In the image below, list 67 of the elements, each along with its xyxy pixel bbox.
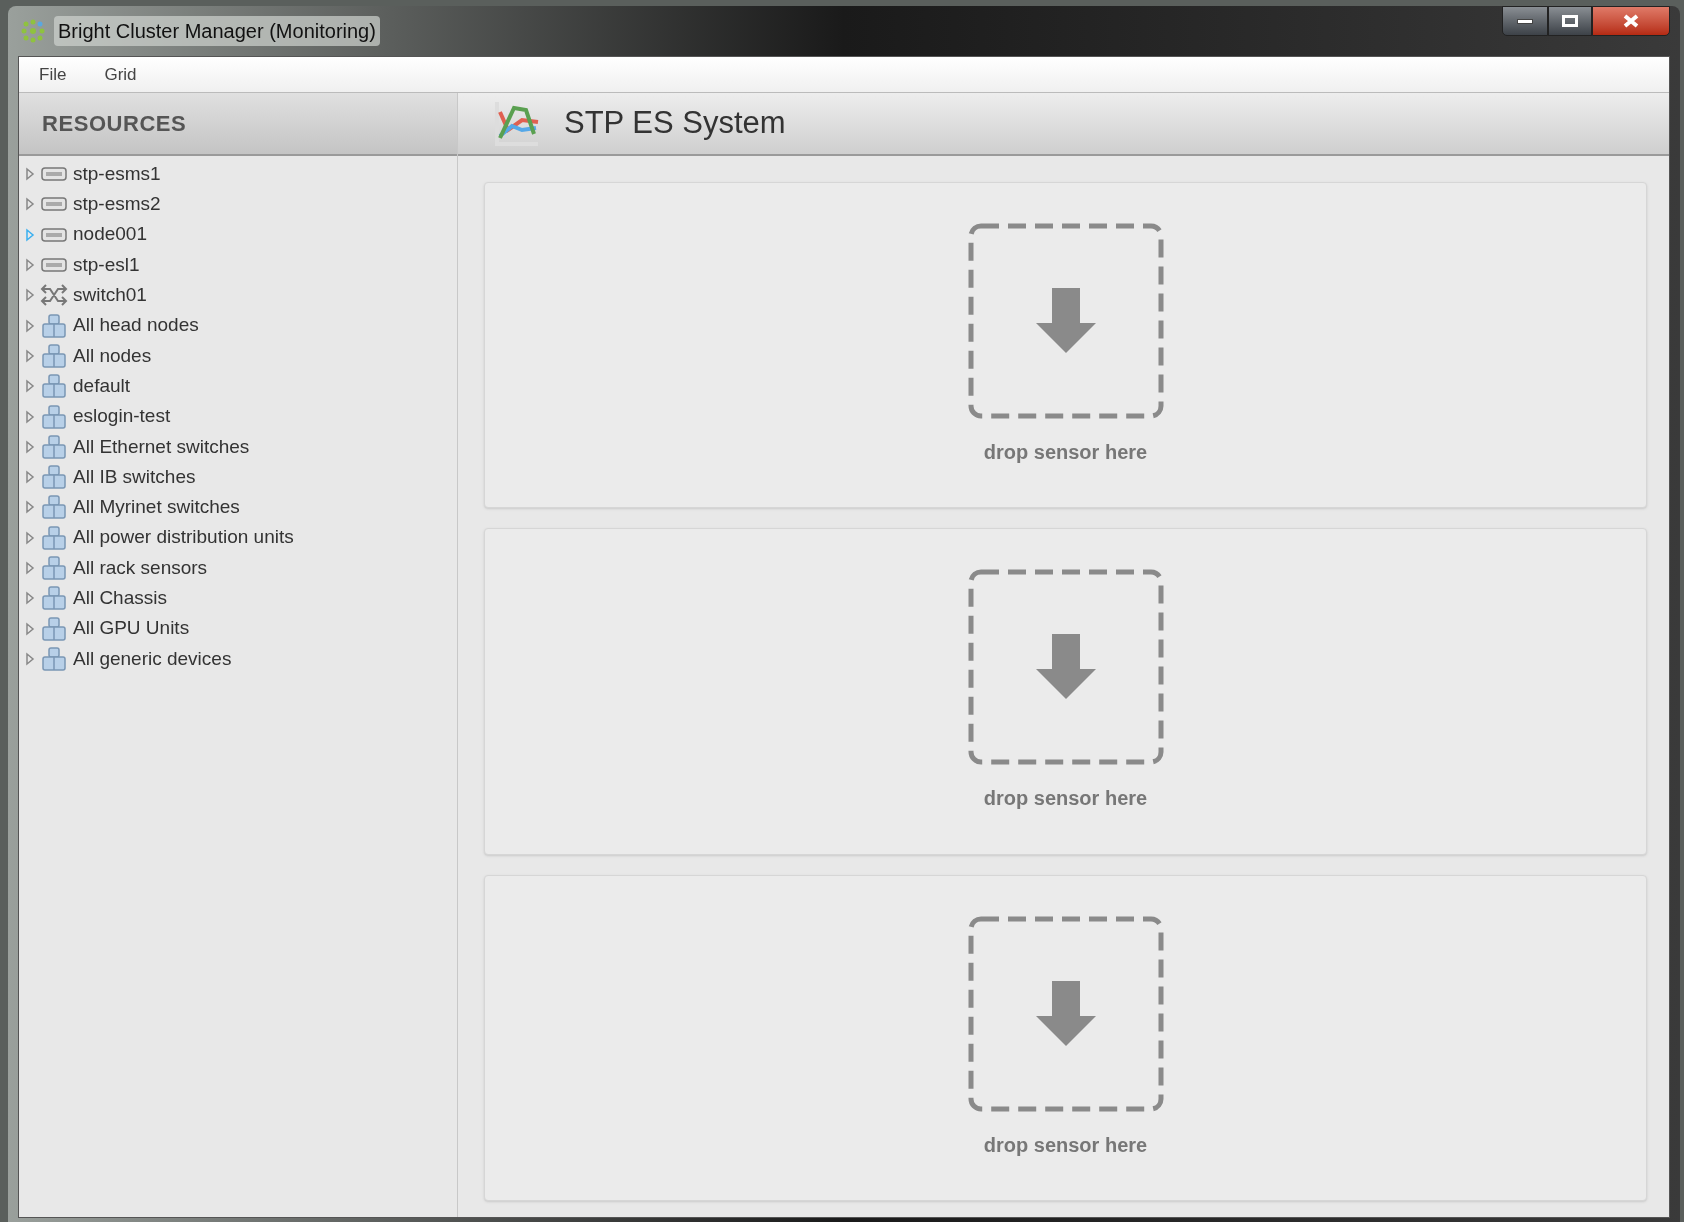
server-icon (41, 226, 67, 243)
app-logo-icon (20, 18, 46, 44)
group-icon (41, 645, 67, 672)
minimize-button[interactable] (1502, 6, 1548, 36)
tree-item[interactable]: node001 (73, 220, 147, 249)
expand-arrow-icon[interactable] (25, 621, 35, 636)
group-icon (41, 433, 67, 460)
tree-item[interactable]: stp-esms2 (73, 190, 161, 219)
group-icon (41, 464, 67, 491)
tree-item[interactable]: stp-esl1 (73, 250, 140, 280)
expand-arrow-icon[interactable] (25, 470, 35, 485)
group-icon (41, 615, 67, 642)
expand-arrow-icon[interactable] (25, 409, 35, 424)
expand-arrow-icon[interactable] (25, 288, 35, 303)
group-icon (41, 585, 67, 612)
expand-arrow-icon[interactable] (25, 561, 35, 575)
expand-arrow-icon[interactable] (25, 348, 35, 363)
expand-arrow-icon[interactable] (25, 651, 35, 666)
group-icon (41, 342, 67, 369)
expand-arrow-icon[interactable] (25, 439, 35, 454)
expand-arrow-icon[interactable] (25, 197, 35, 212)
close-icon (1622, 14, 1640, 28)
tree-item[interactable]: All Chassis (73, 584, 167, 613)
menu-item[interactable]: Grid (104, 61, 137, 88)
tree-item[interactable]: All generic devices (73, 644, 232, 674)
group-icon (41, 373, 67, 400)
group-icon (41, 403, 67, 430)
drop-zone-card[interactable]: drop sensor here (484, 874, 1647, 1201)
group-icon (41, 555, 67, 581)
server-icon (41, 166, 67, 183)
tree-item[interactable]: stp-esms1 (73, 159, 161, 189)
drop-hint: drop sensor here (983, 1132, 1148, 1158)
menu-item[interactable]: File (39, 61, 67, 88)
expand-arrow-icon[interactable] (25, 167, 35, 182)
panel-title: STP ES System (564, 104, 786, 143)
expand-arrow-icon[interactable] (25, 379, 35, 394)
tree-item[interactable]: All nodes (73, 341, 152, 371)
expand-arrow-icon[interactable] (25, 530, 35, 545)
tree-item[interactable]: All rack sensors (73, 553, 208, 583)
tree-item[interactable]: default (73, 371, 131, 401)
tree-item[interactable]: All head nodes (73, 311, 199, 340)
expand-arrow-icon[interactable] (25, 500, 35, 515)
tree-item[interactable]: switch01 (73, 281, 147, 310)
expand-arrow-icon[interactable] (25, 591, 35, 606)
drop-zone-card[interactable]: drop sensor here (484, 182, 1647, 509)
sidebar-header: RESOURCES (42, 110, 187, 138)
drop-zone-card[interactable]: drop sensor here (484, 528, 1647, 855)
switch-icon (40, 284, 68, 307)
expand-arrow-icon[interactable] (25, 258, 35, 273)
tree-item[interactable]: All power distribution units (73, 523, 294, 552)
tree-item[interactable]: eslogin-test (73, 402, 171, 431)
expand-arrow-icon[interactable] (25, 227, 35, 242)
group-icon (41, 494, 67, 521)
tree-item[interactable]: All IB switches (73, 462, 196, 492)
close-button[interactable] (1592, 6, 1670, 36)
window-title: Bright Cluster Manager (Monitoring) (54, 16, 380, 46)
drop-hint: drop sensor here (983, 786, 1148, 812)
tree-item[interactable]: All Myrinet switches (73, 493, 240, 522)
tree-item[interactable]: All GPU Units (73, 614, 190, 643)
server-icon (41, 196, 67, 213)
tree-item[interactable]: All Ethernet switches (73, 432, 250, 462)
maximize-button[interactable] (1548, 6, 1592, 36)
group-icon (41, 312, 67, 339)
server-icon (41, 257, 67, 274)
expand-arrow-icon[interactable] (25, 318, 35, 333)
drop-hint: drop sensor here (983, 440, 1148, 466)
group-icon (41, 524, 67, 551)
